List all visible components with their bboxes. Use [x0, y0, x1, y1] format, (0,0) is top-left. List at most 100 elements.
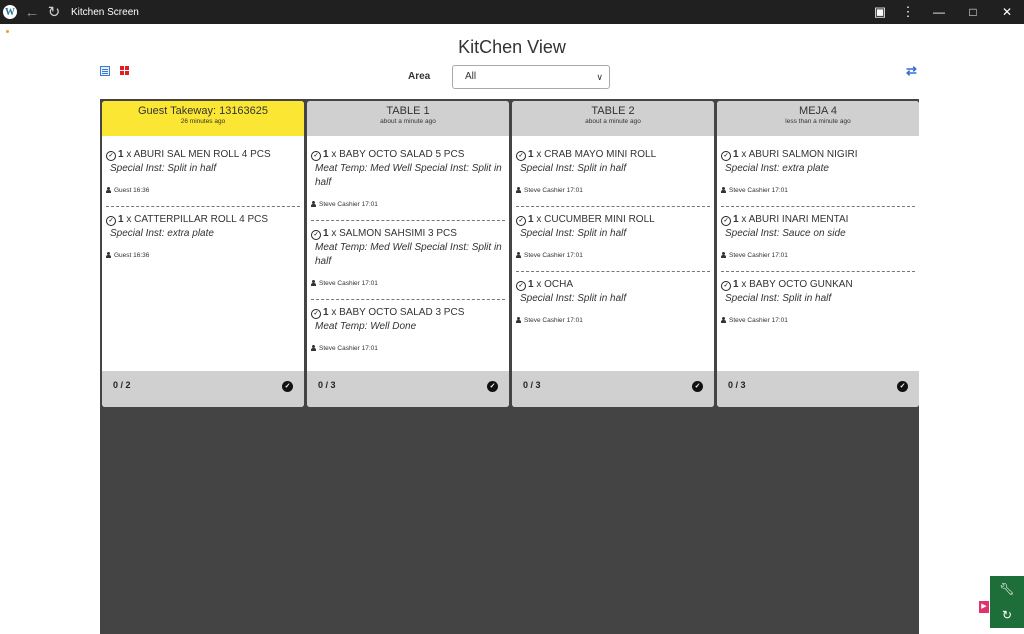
- times-sign: x: [331, 228, 337, 239]
- times-sign: x: [741, 279, 747, 290]
- user-icon: [516, 187, 521, 193]
- complete-check-icon[interactable]: ✓: [487, 381, 498, 392]
- item-name: SALMON SAHSIMI 3 PCS: [339, 228, 457, 239]
- order-item[interactable]: ✓ 1 x CRAB MAYO MINI ROLL Special Inst: Sp…: [516, 142, 710, 207]
- check-circle-icon[interactable]: ✓: [311, 309, 321, 319]
- user-icon: [311, 345, 316, 351]
- item-name: ABURI INARI MENTAI: [748, 214, 849, 225]
- times-sign: x: [331, 307, 337, 318]
- user-icon: [721, 187, 726, 193]
- user-icon: [106, 252, 111, 258]
- panel-toggle-icon[interactable]: ▶: [979, 601, 989, 613]
- item-line: ✓ 1 x ABURI INARI MENTAI: [721, 213, 915, 227]
- item-qty: 1: [118, 149, 124, 160]
- item-line: ✓ 1 x CUCUMBER MINI ROLL: [516, 213, 710, 227]
- ticket-items: ✓ 1 x CRAB MAYO MINI ROLL Special Inst: Sp…: [512, 136, 714, 336]
- item-meta: Steve Cashier 17:01: [311, 198, 505, 212]
- item-line: ✓ 1 x BABY OCTO SALAD 3 PCS: [311, 306, 505, 320]
- chevron-down-icon: ∨: [596, 72, 603, 82]
- order-item[interactable]: ✓ 1 x BABY OCTO SALAD 5 PCS Meat Temp: Med…: [311, 142, 505, 221]
- item-qty: 1: [323, 149, 329, 160]
- ticket-footer: 0 / 3 ✓: [512, 371, 714, 407]
- order-item[interactable]: ✓ 1 x CUCUMBER MINI ROLL Special Inst: Spl…: [516, 207, 710, 272]
- ticket-header: Guest Takeway: 13163625 26 minutes ago: [102, 101, 304, 136]
- check-circle-icon[interactable]: ✓: [516, 216, 526, 226]
- settings-wrench-button[interactable]: 🔧︎: [990, 576, 1024, 602]
- ticket-board: Guest Takeway: 13163625 26 minutes ago ✓ 1 …: [100, 99, 919, 634]
- extensions-icon[interactable]: ▣: [866, 0, 894, 24]
- item-line: ✓ 1 x BABY OCTO GUNKAN: [721, 278, 915, 292]
- maximize-icon[interactable]: □: [956, 0, 990, 24]
- complete-check-icon[interactable]: ✓: [897, 381, 908, 392]
- complete-check-icon[interactable]: ✓: [282, 381, 293, 392]
- order-item[interactable]: ✓ 1 x BABY OCTO SALAD 3 PCS Meat Temp: Wel…: [311, 300, 505, 364]
- wordpress-icon: W: [3, 5, 17, 19]
- order-item[interactable]: ✓ 1 x BABY OCTO GUNKAN Special Inst: Split…: [721, 272, 915, 336]
- order-item[interactable]: ✓ 1 x ABURI SALMON NIGIRI Special Inst: ex…: [721, 142, 915, 207]
- status-dot: [6, 30, 9, 33]
- item-meta: Steve Cashier 17:01: [721, 249, 915, 263]
- order-item[interactable]: ✓ 1 x OCHA Special Inst: Split in half Stev…: [516, 272, 710, 336]
- reload-icon[interactable]: ↻: [43, 0, 65, 24]
- times-sign: x: [331, 149, 337, 160]
- item-note: Meat Temp: Well Done: [315, 321, 417, 332]
- user-icon: [516, 317, 521, 323]
- refresh-icon[interactable]: ⇄: [906, 63, 917, 79]
- times-sign: x: [536, 214, 542, 225]
- order-ticket[interactable]: TABLE 2 about a minute ago ✓ 1 x CRAB MAYO …: [512, 101, 714, 407]
- list-view-icon[interactable]: [100, 66, 110, 76]
- check-circle-icon[interactable]: ✓: [721, 216, 731, 226]
- item-meta-text: Steve Cashier 17:01: [524, 187, 583, 194]
- check-circle-icon[interactable]: ✓: [516, 281, 526, 291]
- times-sign: x: [741, 149, 747, 160]
- ticket-name: TABLE 1: [386, 105, 430, 117]
- item-meta-text: Steve Cashier 17:01: [524, 252, 583, 259]
- order-item[interactable]: ✓ 1 x ABURI INARI MENTAI Special Inst: Sau…: [721, 207, 915, 272]
- ticket-time: about a minute ago: [585, 118, 641, 125]
- order-ticket[interactable]: Guest Takeway: 13163625 26 minutes ago ✓ 1 …: [102, 101, 304, 407]
- complete-check-icon[interactable]: ✓: [692, 381, 703, 392]
- check-circle-icon[interactable]: ✓: [311, 230, 321, 240]
- item-name: BABY OCTO SALAD 3 PCS: [339, 307, 465, 318]
- item-note: Special Inst: extra plate: [725, 163, 829, 174]
- order-ticket[interactable]: TABLE 1 about a minute ago ✓ 1 x BABY OCTO …: [307, 101, 509, 407]
- check-circle-icon[interactable]: ✓: [516, 151, 526, 161]
- item-qty: 1: [323, 228, 329, 239]
- user-icon: [311, 201, 316, 207]
- item-note: Special Inst: Split in half: [725, 293, 832, 304]
- order-item[interactable]: ✓ 1 x SALMON SAHSIMI 3 PCS Meat Temp: Med …: [311, 221, 505, 300]
- item-qty: 1: [528, 149, 534, 160]
- item-note: Special Inst: Sauce on side: [725, 228, 846, 239]
- ticket-name: Guest Takeway: 13163625: [137, 105, 269, 117]
- item-name: BABY OCTO GUNKAN: [749, 279, 853, 290]
- wrench-icon: 🔧︎: [999, 582, 1015, 596]
- check-circle-icon[interactable]: ✓: [106, 151, 116, 161]
- item-name: ABURI SALMON NIGIRI: [748, 149, 858, 160]
- order-item[interactable]: ✓ 1 x ABURI SAL MEN ROLL 4 PCS Special Ins…: [106, 142, 300, 207]
- times-sign: x: [536, 149, 542, 160]
- item-qty: 1: [733, 214, 739, 225]
- more-vertical-icon[interactable]: ⋮: [894, 0, 922, 24]
- sync-button[interactable]: ↻: [990, 602, 1024, 628]
- order-item[interactable]: ✓ 1 x CATTERPILLAR ROLL 4 PCS Special Inst…: [106, 207, 300, 271]
- check-circle-icon[interactable]: ✓: [721, 281, 731, 291]
- item-line: ✓ 1 x OCHA: [516, 278, 710, 292]
- item-name: CRAB MAYO MINI ROLL: [544, 149, 657, 160]
- area-select[interactable]: All ∨: [452, 65, 610, 89]
- order-ticket[interactable]: MEJA 4 less than a minute ago ✓ 1 x ABURI S…: [717, 101, 919, 407]
- item-note: Special Inst: extra plate: [110, 228, 214, 239]
- check-circle-icon[interactable]: ✓: [721, 151, 731, 161]
- item-note: Special Inst: Split in half: [110, 163, 217, 174]
- back-arrow-icon[interactable]: ←: [21, 0, 43, 24]
- item-note: Special Inst: Split in half: [520, 163, 627, 174]
- item-meta-text: Steve Cashier 17:01: [729, 252, 788, 259]
- close-icon[interactable]: ✕: [990, 0, 1024, 24]
- item-qty: 1: [118, 214, 124, 225]
- check-circle-icon[interactable]: ✓: [311, 151, 321, 161]
- check-circle-icon[interactable]: ✓: [106, 216, 116, 226]
- ticket-progress-count: 0 / 3: [318, 380, 336, 390]
- window-title-bar: W ← ↻ Kitchen Screen ▣ ⋮ — □ ✕: [0, 0, 1024, 24]
- item-note: Meat Temp: Med Well Special Inst: Split …: [315, 163, 502, 188]
- minimize-icon[interactable]: —: [922, 0, 956, 24]
- grid-view-icon[interactable]: [120, 66, 130, 76]
